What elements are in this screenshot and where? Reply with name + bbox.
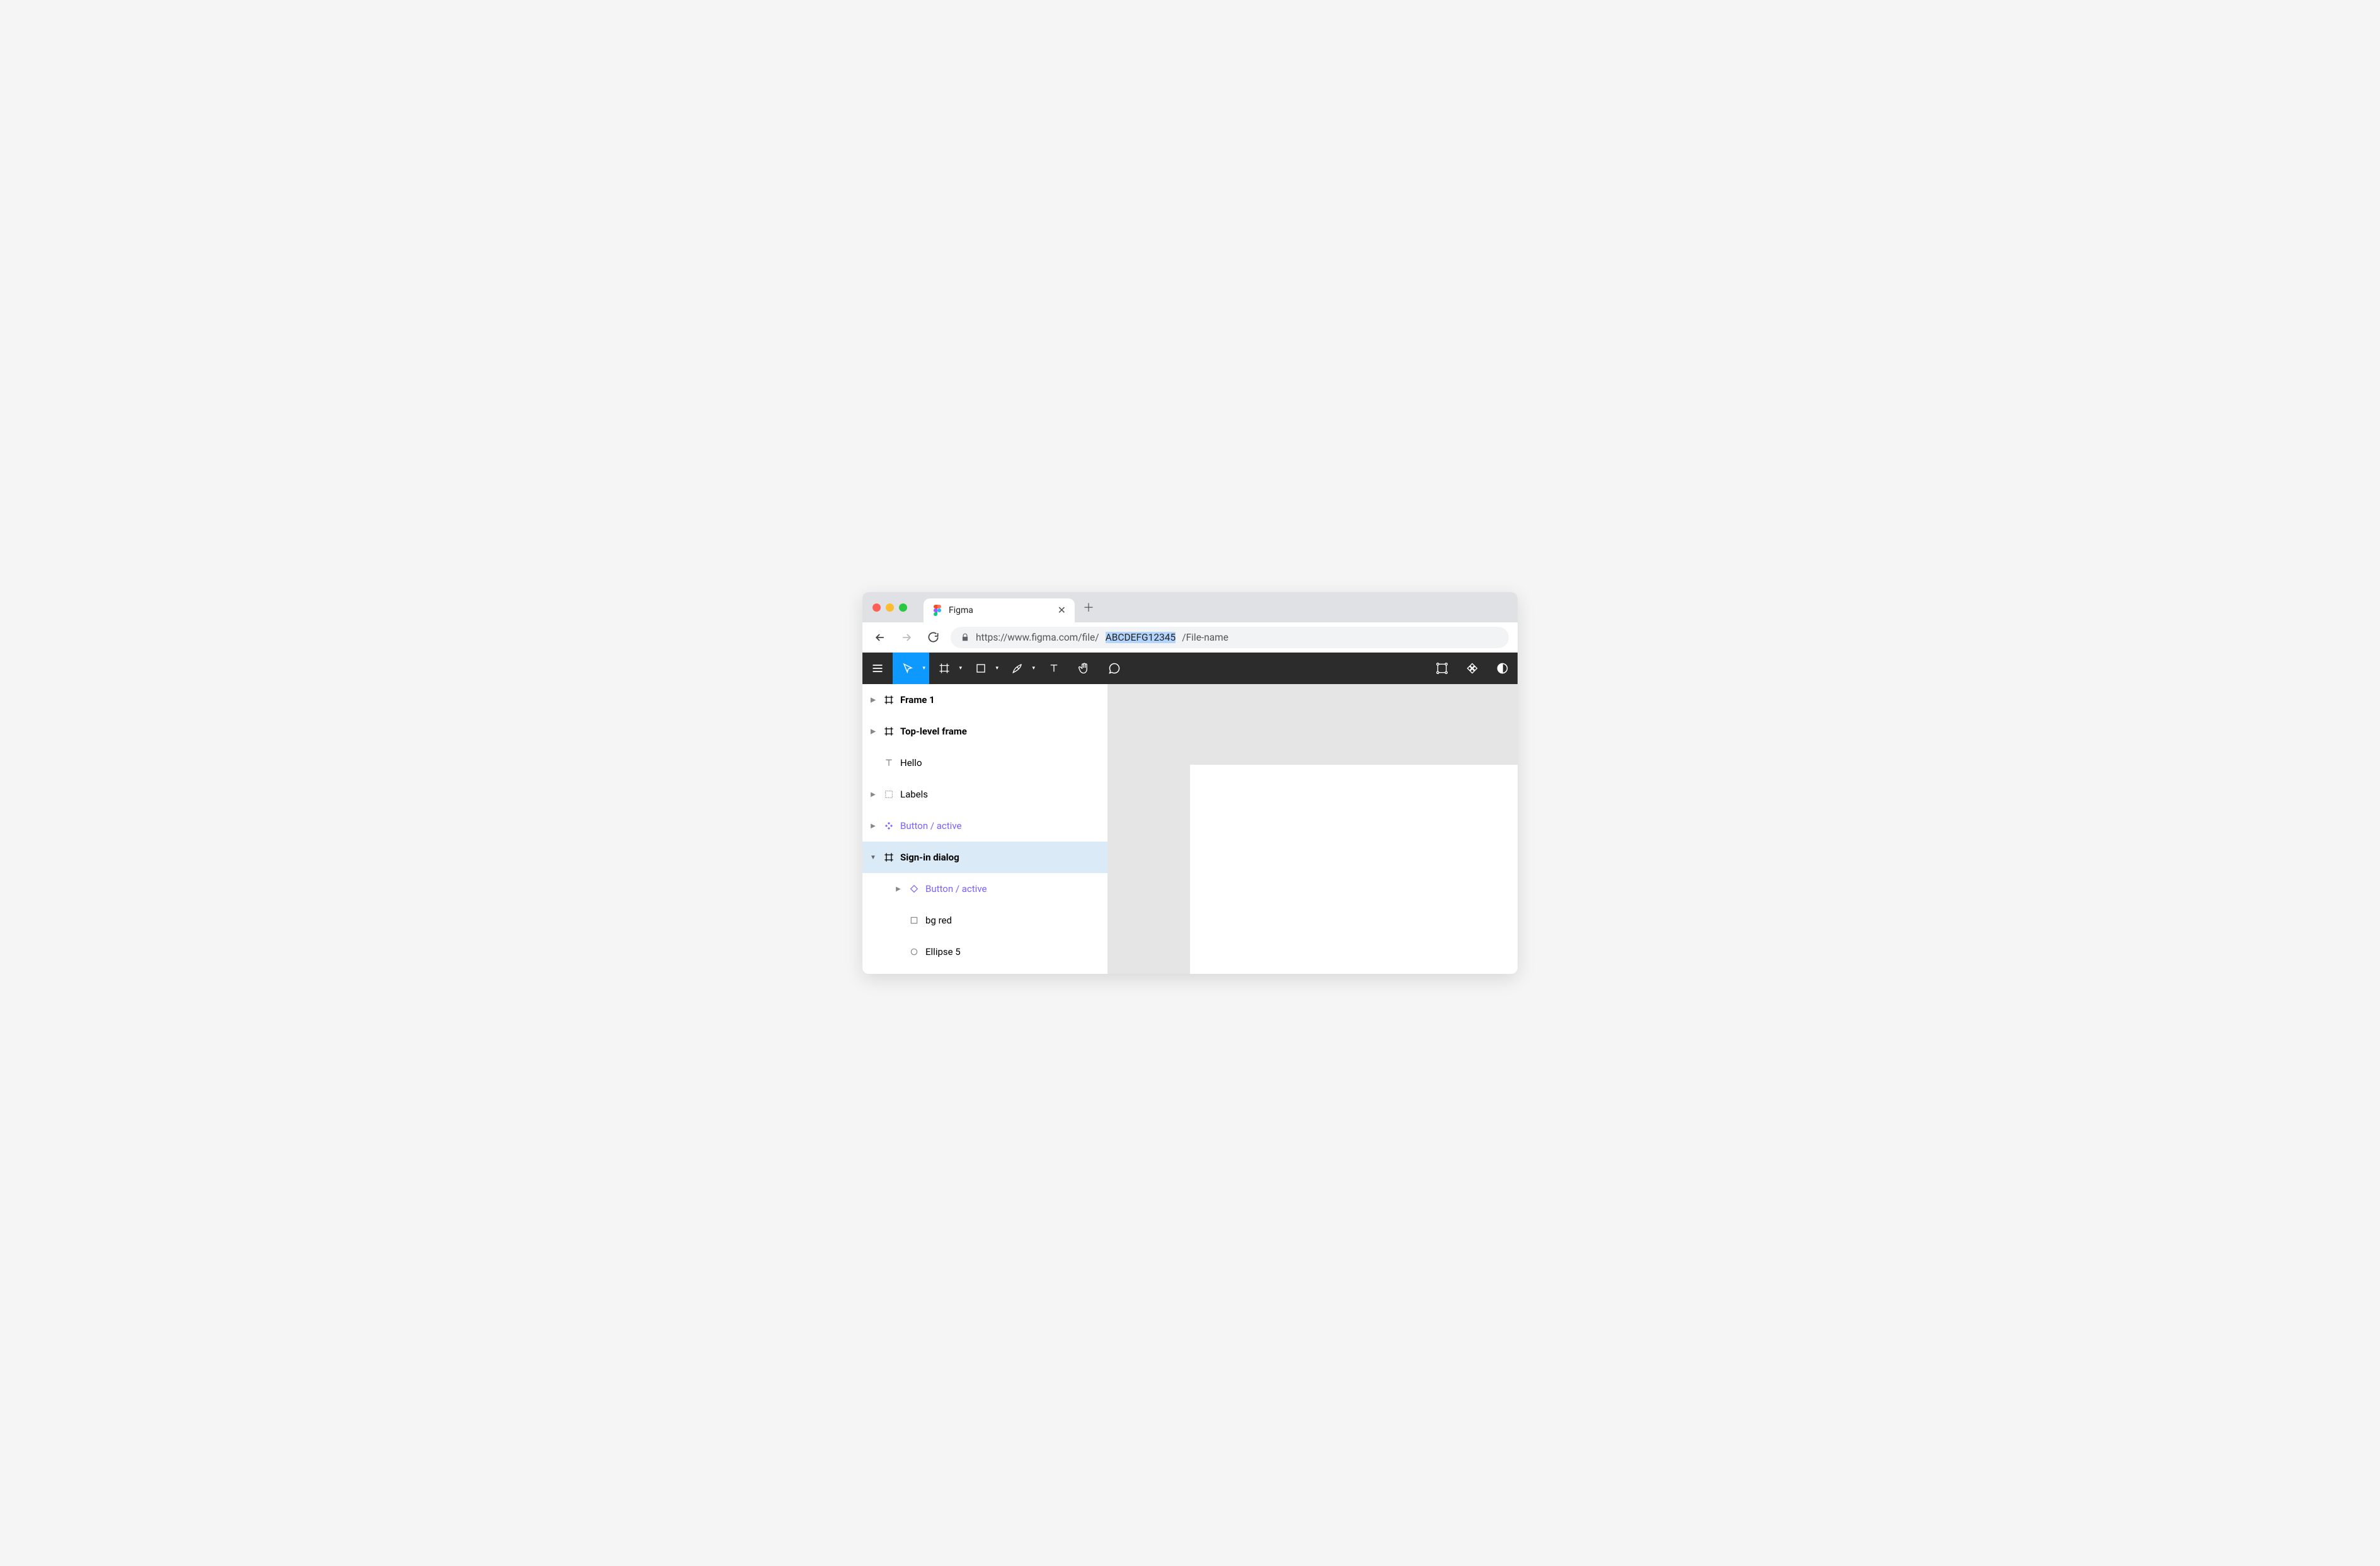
layer-label: Ellipse 5 [925,946,1107,957]
layer-row-bg-red[interactable]: bg red [862,905,1107,936]
layer-row-signin-dialog[interactable]: ▼ Sign-in dialog [862,842,1107,873]
chevron-down-icon: ▾ [959,665,962,672]
hand-tool-button[interactable] [1069,653,1099,684]
layer-label: Frame 1 [900,694,1107,706]
layer-row-ellipse-5[interactable]: Ellipse 5 [862,936,1107,968]
url-suffix: /File-name [1182,632,1228,643]
url-prefix: https://www.figma.com/file/ [976,632,1099,643]
dark-mode-button[interactable] [1487,653,1518,684]
frame-icon [883,851,895,864]
layer-label: Labels [900,789,1107,800]
text-icon [883,757,895,769]
browser-tab-title: Figma [949,605,973,615]
layer-row-button-active-1[interactable]: ▶ Button / active [862,810,1107,842]
disclosure-triangle-icon[interactable]: ▶ [869,697,878,704]
main-menu-button[interactable] [862,653,893,684]
back-button[interactable] [871,629,889,646]
chevron-down-icon: ▾ [922,665,925,672]
layer-row-frame1[interactable]: ▶ Frame 1 [862,684,1107,716]
canvas[interactable] [1108,684,1518,974]
shape-tool-button[interactable]: ▾ [966,653,1002,684]
browser-tab-strip: Figma ✕ ＋ [862,592,1518,622]
disclosure-triangle-open-icon[interactable]: ▼ [869,854,878,861]
frame-tool-button[interactable]: ▾ [929,653,966,684]
instance-icon [908,883,920,895]
assets-button[interactable] [1457,653,1487,684]
component-icon [883,820,895,832]
browser-toolbar: https://www.figma.com/file/ABCDEFG12345 /… [862,622,1518,653]
layer-row-labels[interactable]: ▶ Labels [862,779,1107,810]
browser-window: Figma ✕ ＋ https://www.figma.com/file/ABC… [862,592,1518,974]
figma-toolbar: ▾ ▾ ▾ ▾ [862,653,1518,684]
group-icon [883,788,895,801]
address-bar[interactable]: https://www.figma.com/file/ABCDEFG12345 /… [951,627,1509,648]
disclosure-triangle-icon[interactable]: ▶ [869,791,878,798]
disclosure-triangle-icon[interactable]: ▶ [894,886,903,893]
layer-row-button-active-2[interactable]: ▶ Button / active [862,873,1107,905]
comment-tool-button[interactable] [1099,653,1130,684]
text-tool-button[interactable] [1039,653,1069,684]
disclosure-triangle-icon[interactable]: ▶ [869,728,878,735]
reload-button[interactable] [924,629,942,646]
move-tool-button[interactable]: ▾ [893,653,929,684]
layer-label: Button / active [900,820,1107,832]
forward-button[interactable] [898,629,915,646]
layers-panel: ▶ Frame 1 ▶ Top-level frame Hello [862,684,1108,974]
figma-favicon-icon [932,605,942,615]
frame-icon [883,725,895,738]
chevron-down-icon: ▾ [995,665,998,672]
layer-label: Button / active [925,883,1107,894]
layer-row-toplevel[interactable]: ▶ Top-level frame [862,716,1107,747]
close-window-button[interactable] [872,603,881,612]
new-tab-button[interactable]: ＋ [1080,598,1097,616]
frame-icon [883,694,895,706]
canvas-frame[interactable] [1190,765,1518,974]
disclosure-triangle-icon[interactable]: ▶ [869,823,878,830]
ellipse-icon [908,946,920,958]
layer-label: Sign-in dialog [900,852,1107,863]
browser-tab[interactable]: Figma ✕ [924,598,1075,622]
chevron-down-icon: ▾ [1032,665,1035,672]
layer-row-hello[interactable]: Hello [862,747,1107,779]
maximize-window-button[interactable] [899,603,907,612]
close-tab-button[interactable]: ✕ [1058,605,1066,615]
window-controls [872,603,907,612]
figma-workspace: ▶ Frame 1 ▶ Top-level frame Hello [862,684,1518,974]
lock-icon [961,633,970,642]
components-button[interactable] [1427,653,1457,684]
layer-label: Hello [900,757,1107,769]
minimize-window-button[interactable] [886,603,894,612]
pen-tool-button[interactable]: ▾ [1002,653,1039,684]
rectangle-icon [908,914,920,927]
layer-label: Top-level frame [900,726,1107,737]
layer-label: bg red [925,915,1107,926]
url-file-id-selected: ABCDEFG12345 [1106,632,1176,643]
